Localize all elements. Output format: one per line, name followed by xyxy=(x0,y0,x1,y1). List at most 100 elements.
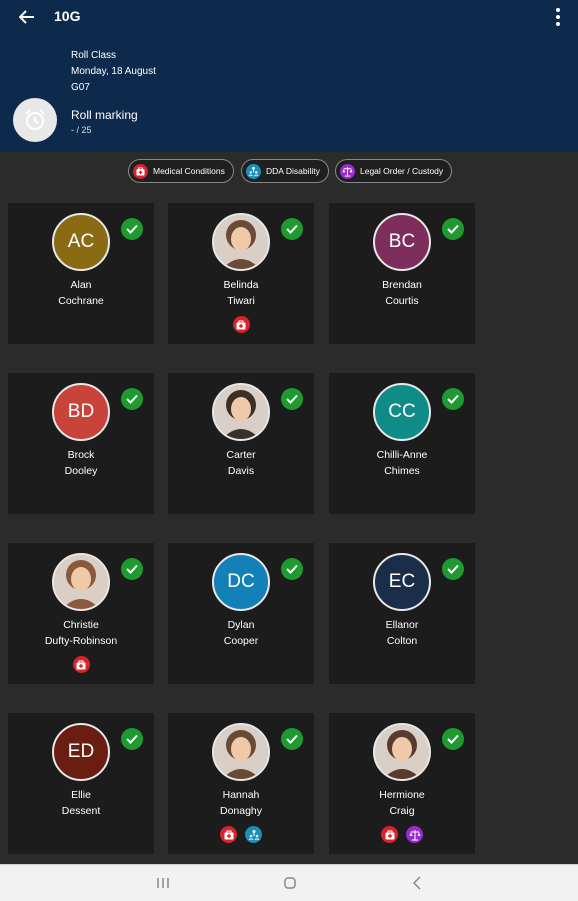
person-photo-icon xyxy=(214,725,268,779)
present-check-icon xyxy=(442,728,464,750)
student-last-name: Dufty-Robinson xyxy=(44,635,118,647)
student-first-name: Hannah xyxy=(222,789,260,801)
dot xyxy=(556,8,560,12)
system-nav-bar xyxy=(0,864,578,901)
student-last-name: Colton xyxy=(386,635,418,647)
student-avatar-initials: BD xyxy=(52,383,110,441)
student-last-name: Cochrane xyxy=(58,295,104,307)
student-last-name: Craig xyxy=(389,805,415,817)
alert-legend: Medical Conditions DDA Disability Legal … xyxy=(0,159,578,185)
home-button[interactable] xyxy=(275,873,305,893)
roll-class-info: Roll Class Monday, 18 August G07 xyxy=(71,48,156,96)
more-options-button[interactable] xyxy=(552,6,564,28)
alert-badges xyxy=(329,826,475,843)
back-button[interactable] xyxy=(14,6,40,28)
app-header: 10G Roll Class Monday, 18 August G07 Rol… xyxy=(0,0,578,152)
arrow-left-icon xyxy=(19,10,34,24)
medical-kit-icon[interactable] xyxy=(381,826,398,843)
student-last-name: Cooper xyxy=(223,635,259,647)
present-check-icon xyxy=(442,388,464,410)
student-card[interactable]: CC Chilli-Anne Chimes xyxy=(329,373,475,514)
student-photo xyxy=(212,723,270,781)
student-card[interactable]: BD Brock Dooley xyxy=(8,373,154,514)
student-photo xyxy=(52,553,110,611)
person-photo-icon xyxy=(375,725,429,779)
student-first-name: Carter xyxy=(226,449,256,461)
alarm-clock-icon xyxy=(25,109,45,130)
medical-kit-icon xyxy=(133,163,148,179)
roll-marking-status: Roll marking - / 25 xyxy=(71,108,138,135)
student-avatar-initials: DC xyxy=(212,553,270,611)
student-avatar-initials: CC xyxy=(373,383,431,441)
student-avatar-initials: BC xyxy=(373,213,431,271)
student-avatar-initials: AC xyxy=(52,213,110,271)
present-check-icon xyxy=(121,218,143,240)
student-first-name: Christie xyxy=(63,619,99,631)
legend-chip-dda[interactable]: DDA Disability xyxy=(241,159,329,183)
student-last-name: Tiwari xyxy=(227,295,255,307)
legend-label: DDA Disability xyxy=(266,166,320,176)
system-back-button[interactable] xyxy=(402,873,432,893)
roll-count: - / 25 xyxy=(71,125,92,135)
student-avatar-initials: ED xyxy=(52,723,110,781)
recent-apps-icon xyxy=(157,878,169,888)
class-title: 10G xyxy=(54,8,81,24)
student-last-name: Davis xyxy=(227,465,255,477)
student-card[interactable]: Hannah Donaghy xyxy=(168,713,314,854)
present-check-icon xyxy=(281,728,303,750)
student-card[interactable]: Christie Dufty-Robinson xyxy=(8,543,154,684)
student-first-name: Dylan xyxy=(227,619,255,631)
student-last-name: Chimes xyxy=(384,465,420,477)
student-card[interactable]: EC Ellanor Colton xyxy=(329,543,475,684)
recent-apps-button[interactable] xyxy=(148,873,178,893)
scales-icon xyxy=(340,163,355,179)
present-check-icon xyxy=(442,218,464,240)
student-first-name: Chilli-Anne xyxy=(376,449,428,461)
medical-kit-icon[interactable] xyxy=(72,656,90,673)
legend-label: Medical Conditions xyxy=(153,166,225,176)
person-photo-icon xyxy=(214,385,268,439)
present-check-icon xyxy=(121,388,143,410)
student-card[interactable]: Belinda Tiwari xyxy=(168,203,314,344)
student-first-name: Brendan xyxy=(382,279,422,291)
legend-chip-medical[interactable]: Medical Conditions xyxy=(128,159,234,183)
student-card[interactable]: ED Ellie Dessent xyxy=(8,713,154,854)
present-check-icon xyxy=(121,728,143,750)
people-icon xyxy=(246,163,261,179)
alert-badges xyxy=(8,656,154,673)
student-card[interactable]: BC Brendan Courtis xyxy=(329,203,475,344)
student-last-name: Courtis xyxy=(385,295,419,307)
alert-badges xyxy=(168,316,314,333)
person-photo-icon xyxy=(54,555,108,609)
dot xyxy=(556,15,560,19)
student-first-name: Alan xyxy=(70,279,92,291)
present-check-icon xyxy=(121,558,143,580)
present-check-icon xyxy=(281,558,303,580)
roll-class-label: Roll Class xyxy=(71,50,117,61)
people-icon[interactable] xyxy=(245,826,262,843)
student-photo xyxy=(212,383,270,441)
student-last-name: Dessent xyxy=(61,805,101,817)
student-first-name: Ellie xyxy=(71,789,91,801)
medical-kit-icon[interactable] xyxy=(232,316,250,333)
roll-room: G07 xyxy=(71,82,90,93)
student-first-name: Ellanor xyxy=(385,619,419,631)
student-card[interactable]: DC Dylan Cooper xyxy=(168,543,314,684)
student-first-name: Hermione xyxy=(379,789,425,801)
student-first-name: Belinda xyxy=(223,279,259,291)
scales-icon[interactable] xyxy=(406,826,423,843)
student-card[interactable]: AC Alan Cochrane xyxy=(8,203,154,344)
chevron-left-icon xyxy=(412,876,421,890)
legend-label: Legal Order / Custody xyxy=(360,166,444,176)
student-card[interactable]: Carter Davis xyxy=(168,373,314,514)
legend-chip-legal[interactable]: Legal Order / Custody xyxy=(335,159,453,183)
student-card[interactable]: Hermione Craig xyxy=(329,713,475,854)
present-check-icon xyxy=(281,388,303,410)
roll-marking-label: Roll marking xyxy=(71,108,138,122)
present-check-icon xyxy=(281,218,303,240)
medical-kit-icon[interactable] xyxy=(220,826,237,843)
student-first-name: Brock xyxy=(67,449,95,461)
alert-badges xyxy=(168,826,314,843)
home-icon xyxy=(284,877,296,889)
roll-marking-button[interactable] xyxy=(13,98,57,142)
